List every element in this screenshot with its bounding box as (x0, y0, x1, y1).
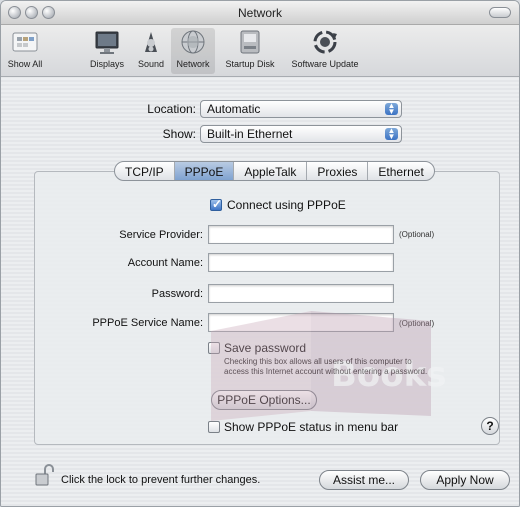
connect-pppoe-label: Connect using PPPoE (227, 198, 346, 212)
toolbar-displays[interactable]: Displays (85, 28, 129, 74)
password-label: Password: (151, 288, 203, 300)
toolbar-label: Network (176, 59, 210, 69)
toolbar-startup-disk[interactable]: Startup Disk (221, 28, 279, 74)
service-provider-field[interactable] (208, 225, 394, 244)
account-name-label: Account Name: (127, 257, 203, 269)
save-password-note: access this Internet account without ent… (224, 367, 428, 376)
account-name-field[interactable] (208, 253, 394, 272)
speaker-icon (136, 28, 166, 56)
show-all-icon (10, 28, 40, 56)
assist-me-button[interactable]: Assist me... (319, 470, 409, 490)
save-password-checkbox[interactable] (208, 342, 220, 354)
window-title: Network (237, 6, 282, 20)
network-globe-icon (178, 28, 208, 56)
toolbar-label: Sound (137, 59, 165, 69)
popup-arrows-icon: ▲ ▼ (385, 102, 398, 116)
password-field[interactable] (208, 284, 394, 303)
display-icon (92, 28, 122, 56)
service-name-label: PPPoE Service Name: (92, 317, 203, 329)
show-value: Built-in Ethernet (207, 127, 293, 141)
toolbar-sound[interactable]: Sound (134, 28, 168, 74)
tab-ethernet[interactable]: Ethernet (368, 162, 433, 180)
toolbar-software-update[interactable]: Software Update (287, 28, 363, 74)
toolbar-label: Software Update (291, 59, 359, 69)
toolbar-show-all[interactable]: Show All (5, 28, 45, 74)
lock-text: Click the lock to prevent further change… (61, 474, 261, 486)
network-preferences-window: Network Show All Displays Sound Network … (0, 0, 520, 507)
toolbar-label: Startup Disk (225, 59, 275, 69)
tab-pppoe[interactable]: PPPoE (174, 162, 235, 180)
update-icon (310, 28, 340, 56)
disk-icon (235, 28, 265, 56)
save-password-note: Checking this box allows all users of th… (224, 357, 412, 366)
apply-now-button[interactable]: Apply Now (420, 470, 510, 490)
tab-appletalk[interactable]: AppleTalk (234, 162, 308, 180)
tab-tcpip[interactable]: TCP/IP (115, 162, 175, 180)
toolbar-network[interactable]: Network (171, 28, 215, 74)
toolbar-toggle-button[interactable] (489, 7, 511, 18)
location-value: Automatic (207, 102, 261, 116)
title-bar: Network (1, 1, 519, 25)
connect-pppoe-checkbox[interactable] (210, 197, 222, 211)
location-label: Location: (147, 102, 196, 116)
show-status-label: Show PPPoE status in menu bar (224, 420, 399, 434)
show-status-checkbox[interactable] (208, 421, 220, 433)
service-provider-label: Service Provider: (119, 229, 203, 241)
toolbar: Show All Displays Sound Network Startup … (1, 25, 519, 77)
lock-icon[interactable] (34, 464, 54, 486)
tab-bar: TCP/IP PPPoE AppleTalk Proxies Ethernet (114, 161, 435, 181)
pppoe-options-button[interactable]: PPPoE Options... (211, 390, 317, 410)
help-button[interactable]: ? (481, 417, 499, 435)
tab-proxies[interactable]: Proxies (307, 162, 369, 180)
optional-label: (Optional) (399, 230, 435, 239)
show-popup[interactable]: Built-in Ethernet ▲ ▼ (200, 125, 402, 143)
show-label: Show: (162, 127, 196, 141)
save-password-label: Save password (224, 341, 307, 355)
toolbar-label: Displays (89, 59, 124, 69)
popup-arrows-icon: ▲ ▼ (385, 127, 398, 141)
service-name-field[interactable] (208, 313, 394, 332)
optional-label: (Optional) (399, 319, 435, 328)
toolbar-label: Show All (7, 59, 43, 69)
location-popup[interactable]: Automatic ▲ ▼ (200, 100, 402, 118)
